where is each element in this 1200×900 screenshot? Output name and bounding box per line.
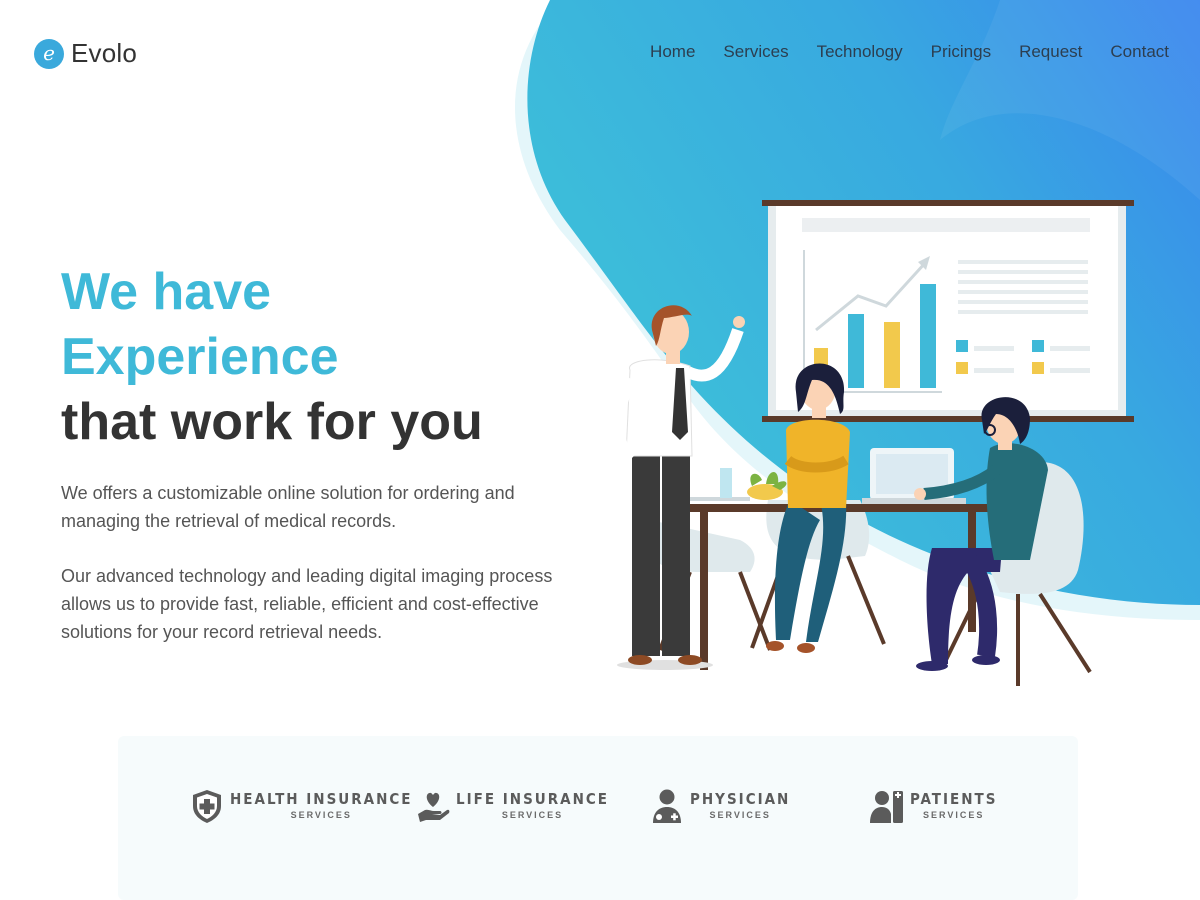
service-subtitle: SERVICES bbox=[501, 810, 564, 820]
hero-heading: We have Experience that work for you bbox=[61, 260, 601, 455]
team-meeting-illustration bbox=[610, 200, 1134, 686]
nav-home[interactable]: Home bbox=[650, 42, 695, 62]
hero-paragraph-2: Our advanced technology and leading digi… bbox=[61, 566, 553, 642]
hero-section: We have Experience that work for you We … bbox=[61, 260, 601, 646]
service-title: PATIENTS bbox=[910, 790, 998, 808]
service-subtitle: SERVICES bbox=[923, 810, 985, 820]
logo-badge-icon: e bbox=[34, 38, 64, 69]
brand-name: Evolo bbox=[71, 38, 138, 68]
hero-paragraph-1: We offers a customizable online solution… bbox=[61, 483, 515, 531]
seated-man-figure bbox=[914, 397, 1048, 671]
nav-request[interactable]: Request bbox=[1019, 42, 1082, 62]
brand-logo[interactable]: e Evolo bbox=[34, 38, 137, 69]
services-strip: HEALTH INSURANCE SERVICES LIFE INSURANCE… bbox=[118, 736, 1078, 900]
service-patients[interactable]: PATIENTS SERVICES bbox=[870, 788, 997, 824]
doctor-icon bbox=[653, 789, 681, 823]
hero-heading-line1: We have bbox=[61, 263, 272, 321]
service-subtitle: SERVICES bbox=[709, 810, 771, 820]
nav-contact[interactable]: Contact bbox=[1110, 42, 1169, 62]
nav-technology[interactable]: Technology bbox=[817, 42, 903, 62]
service-subtitle: SERVICES bbox=[290, 810, 352, 820]
nav-services[interactable]: Services bbox=[723, 42, 788, 62]
hero-heading-line3: that work for you bbox=[61, 393, 483, 451]
nav-pricings[interactable]: Pricings bbox=[931, 42, 991, 62]
service-physician[interactable]: PHYSICIAN SERVICES bbox=[650, 788, 790, 824]
shield-cross-icon bbox=[193, 790, 221, 823]
main-nav: Home Services Technology Pricings Reques… bbox=[650, 42, 1169, 62]
service-title: PHYSICIAN bbox=[690, 790, 791, 808]
logo-letter: e bbox=[43, 40, 55, 65]
heart-hand-icon bbox=[418, 792, 450, 822]
service-health-insurance[interactable]: HEALTH INSURANCE SERVICES bbox=[190, 788, 413, 824]
service-title: HEALTH INSURANCE bbox=[230, 790, 413, 808]
service-life-insurance[interactable]: LIFE INSURANCE SERVICES bbox=[416, 788, 609, 824]
service-title: LIFE INSURANCE bbox=[456, 790, 609, 808]
hero-heading-line2: Experience bbox=[61, 328, 339, 386]
patient-icon bbox=[870, 791, 903, 823]
